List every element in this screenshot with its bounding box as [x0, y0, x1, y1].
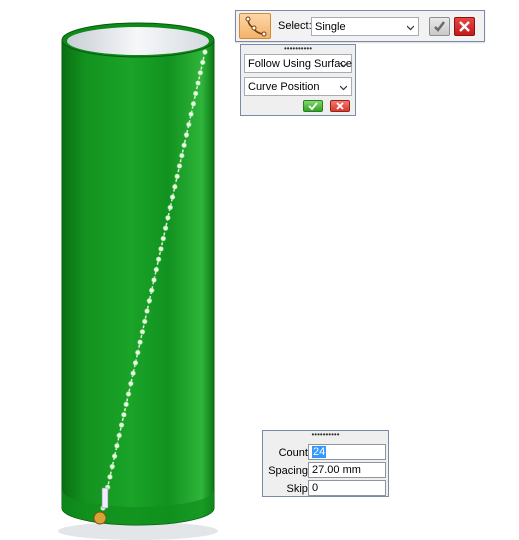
pattern-instance: [158, 246, 164, 252]
spacing-label: Spacing:: [268, 465, 311, 477]
path-end-marker[interactable]: [93, 511, 107, 525]
pattern-instance: [165, 215, 171, 221]
position-mode-dropdown[interactable]: Curve Position: [244, 77, 352, 96]
pattern-instance: [114, 443, 120, 449]
pattern-instance: [160, 235, 166, 242]
pattern-instance: [109, 463, 115, 470]
panel-grip[interactable]: ••••••••••: [241, 46, 355, 52]
pattern-instance: [111, 453, 118, 459]
accept-button[interactable]: [429, 17, 450, 36]
pattern-instance: [195, 80, 201, 86]
pattern-instance: [197, 70, 204, 76]
cancel-button[interactable]: [454, 17, 475, 36]
follow-mode-dropdown[interactable]: Follow Using Surface: [244, 54, 352, 73]
checkmark-icon: [434, 21, 445, 32]
position-mode-value: Curve Position: [248, 81, 320, 93]
path-end-handle: [101, 487, 109, 509]
chevron-down-icon: [407, 25, 414, 31]
pattern-instance: [121, 412, 127, 418]
follow-accept-button[interactable]: [303, 100, 323, 112]
select-label: Select:: [278, 20, 312, 32]
select-mode-value: Single: [315, 21, 346, 33]
count-label: Count:: [278, 447, 311, 459]
cylinder-inner-wall: [67, 27, 209, 55]
select-toolbar: Select: Single: [235, 10, 485, 42]
pattern-parameters-panel: •••••••••• Count: 24 Spacing: 27.00 mm S…: [262, 430, 389, 497]
pattern-instance: [190, 101, 197, 107]
spacing-input[interactable]: 27.00 mm: [308, 462, 386, 478]
pattern-instance: [202, 49, 208, 55]
pattern-instance: [132, 360, 139, 366]
chevron-down-icon: [340, 85, 347, 91]
pattern-instance: [155, 256, 162, 262]
count-input[interactable]: 24: [308, 444, 386, 460]
pattern-instance: [199, 59, 206, 66]
pattern-instance: [167, 204, 173, 211]
follow-cancel-button[interactable]: [330, 100, 350, 112]
pattern-instance: [142, 318, 148, 325]
skip-input[interactable]: 0: [308, 480, 386, 496]
spacing-value: 27.00 mm: [312, 464, 361, 476]
pattern-instance: [183, 132, 190, 138]
chevron-down-icon: [340, 62, 347, 68]
pattern-instance: [130, 370, 136, 376]
pattern-instance: [153, 266, 160, 273]
pattern-instance: [188, 111, 194, 117]
pattern-instance: [181, 142, 187, 148]
panel-grip[interactable]: ••••••••••: [263, 432, 388, 438]
pattern-instance: [128, 380, 134, 387]
follow-mode-value: Follow Using Surface: [248, 58, 352, 70]
pattern-instance: [107, 474, 113, 480]
pattern-instance: [162, 225, 169, 231]
pattern-instance: [144, 308, 150, 314]
close-x-icon: [336, 102, 344, 110]
pattern-instance: [137, 339, 143, 345]
path-select-icon[interactable]: [239, 13, 271, 39]
checkmark-icon: [308, 102, 318, 111]
pattern-instance: [146, 298, 153, 304]
pattern-instance: [186, 121, 192, 128]
pattern-instance: [135, 349, 141, 356]
pattern-instance: [116, 432, 122, 439]
follow-options-panel: •••••••••• Follow Using Surface Curve Po…: [240, 44, 356, 116]
pattern-instance: [123, 401, 129, 408]
skip-value: 0: [312, 482, 319, 494]
pattern-instance: [179, 152, 185, 159]
pattern-instance: [172, 184, 178, 190]
pattern-instance: [174, 173, 180, 180]
close-x-icon: [459, 21, 470, 32]
pattern-instance: [125, 391, 132, 397]
count-value: 24: [312, 446, 327, 458]
pattern-instance: [148, 287, 155, 294]
pattern-instance: [193, 90, 199, 97]
pattern-instance: [139, 329, 146, 335]
pattern-instance: [169, 194, 176, 200]
pattern-instance: [176, 163, 183, 169]
pattern-instance: [118, 422, 125, 428]
select-mode-dropdown[interactable]: Single: [311, 17, 419, 36]
pattern-instance: [151, 277, 157, 283]
